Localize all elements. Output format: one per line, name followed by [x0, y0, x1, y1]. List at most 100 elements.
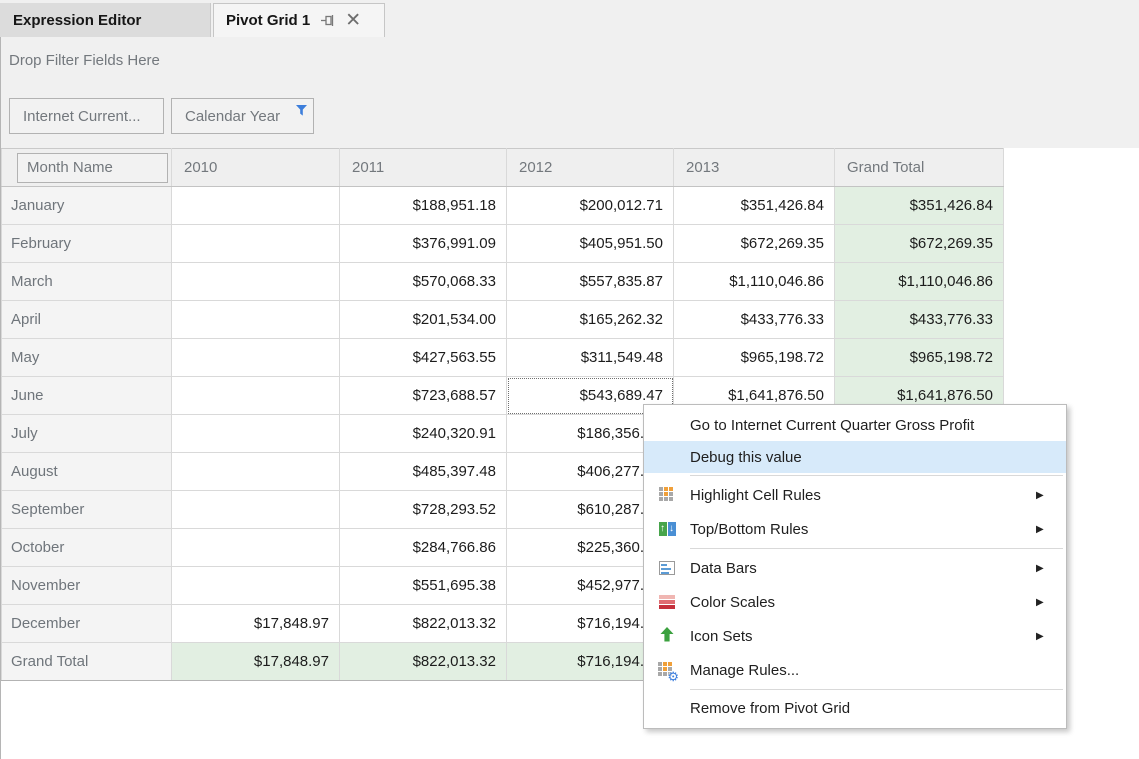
row-header-grand-total[interactable]: Grand Total [2, 643, 172, 681]
column-header-2010[interactable]: 2010 [172, 149, 340, 187]
data-cell[interactable]: $1,110,046.86 [674, 263, 835, 301]
data-cell[interactable]: $17,848.97 [172, 643, 340, 681]
tab-expression-editor-label: Expression Editor [13, 12, 141, 29]
table-row: February$376,991.09$405,951.50$672,269.3… [2, 225, 1004, 263]
row-header-may[interactable]: May [2, 339, 172, 377]
close-icon[interactable]: ✕ [345, 11, 361, 30]
menu-item-data-bars[interactable]: Data Bars▶ [644, 551, 1066, 585]
data-cell[interactable]: $351,426.84 [835, 187, 1004, 225]
data-cell[interactable] [172, 415, 340, 453]
data-cell[interactable]: $240,320.91 [340, 415, 507, 453]
tab-pivot-grid-1[interactable]: Pivot Grid 1 ✕ [213, 3, 385, 37]
data-cell[interactable]: $433,776.33 [835, 301, 1004, 339]
gear-icon: ⚙ [667, 670, 679, 683]
menu-item-top-bottom-rules[interactable]: ↑↓Top/Bottom Rules▶ [644, 512, 1066, 546]
data-cell[interactable]: $201,534.00 [340, 301, 507, 339]
data-cell[interactable] [172, 301, 340, 339]
data-cell[interactable]: $427,563.55 [340, 339, 507, 377]
menu-item-label: Manage Rules... [690, 662, 1036, 679]
data-cell[interactable]: $405,951.50 [507, 225, 674, 263]
column-header-2011[interactable]: 2011 [340, 149, 507, 187]
data-cell[interactable]: $557,835.87 [507, 263, 674, 301]
row-header-november[interactable]: November [2, 567, 172, 605]
data-cell[interactable] [172, 225, 340, 263]
row-header-july[interactable]: July [2, 415, 172, 453]
data-cell[interactable] [172, 491, 340, 529]
field-button-month-name[interactable]: Month Name [17, 153, 168, 183]
row-header-march[interactable]: March [2, 263, 172, 301]
data-cell[interactable]: $284,766.86 [340, 529, 507, 567]
data-cell[interactable] [172, 377, 340, 415]
menu-item-label: Debug this value [690, 449, 1036, 466]
data-cell[interactable]: $965,198.72 [835, 339, 1004, 377]
menu-item-manage-rules[interactable]: ⚙ Manage Rules... [644, 653, 1066, 687]
row-header-january[interactable]: January [2, 187, 172, 225]
submenu-arrow-icon: ▶ [1036, 563, 1066, 574]
data-cell[interactable]: $1,110,046.86 [835, 263, 1004, 301]
top-bottom-rules-icon: ↑↓ [644, 522, 690, 536]
data-cell[interactable]: $485,397.48 [340, 453, 507, 491]
data-cell[interactable]: $822,013.32 [340, 643, 507, 681]
data-cell[interactable] [172, 529, 340, 567]
tab-expression-editor[interactable]: Expression Editor [0, 3, 211, 37]
row-header-april[interactable]: April [2, 301, 172, 339]
data-cell[interactable]: $723,688.57 [340, 377, 507, 415]
row-header-september[interactable]: September [2, 491, 172, 529]
data-cell[interactable]: $570,068.33 [340, 263, 507, 301]
data-cell[interactable]: $551,695.38 [340, 567, 507, 605]
menu-item-remove-from-pivot-grid[interactable]: Remove from Pivot Grid [644, 692, 1066, 724]
submenu-arrow-icon: ▶ [1036, 490, 1066, 501]
pin-icon[interactable] [321, 14, 336, 27]
data-cell[interactable]: $351,426.84 [674, 187, 835, 225]
menu-item-label: Top/Bottom Rules [690, 521, 1036, 538]
column-header-2013[interactable]: 2013 [674, 149, 835, 187]
data-cell[interactable]: $311,549.48 [507, 339, 674, 377]
filter-funnel-icon[interactable] [296, 103, 307, 120]
data-cell[interactable]: $188,951.18 [340, 187, 507, 225]
column-header-grand-total[interactable]: Grand Total [835, 149, 1004, 187]
data-bars-icon [644, 561, 690, 575]
data-cell[interactable]: $165,262.32 [507, 301, 674, 339]
data-cell[interactable]: $376,991.09 [340, 225, 507, 263]
row-header-december[interactable]: December [2, 605, 172, 643]
table-row: April$201,534.00$165,262.32$433,776.33$4… [2, 301, 1004, 339]
data-cell[interactable]: $17,848.97 [172, 605, 340, 643]
column-header-2012[interactable]: 2012 [507, 149, 674, 187]
field-button-internet-current[interactable]: Internet Current... [9, 98, 164, 134]
data-cell[interactable] [172, 567, 340, 605]
data-cell[interactable] [172, 187, 340, 225]
row-header-february[interactable]: February [2, 225, 172, 263]
menu-item-label: Highlight Cell Rules [690, 487, 1036, 504]
icon-sets-icon [644, 627, 690, 646]
menu-item-label: Go to Internet Current Quarter Gross Pro… [690, 417, 1036, 434]
row-header-october[interactable]: October [2, 529, 172, 567]
row-area-header: Month Name [2, 149, 172, 187]
row-header-august[interactable]: August [2, 453, 172, 491]
menu-item-debug-this-value[interactable]: Debug this value [644, 441, 1066, 473]
data-cell[interactable]: $965,198.72 [674, 339, 835, 377]
data-cell[interactable] [172, 453, 340, 491]
menu-item-color-scales[interactable]: Color Scales▶ [644, 585, 1066, 619]
data-cell[interactable]: $672,269.35 [835, 225, 1004, 263]
filter-fields-area[interactable]: Drop Filter Fields Here Internet Current… [1, 37, 1139, 148]
menu-item-icon-sets[interactable]: Icon Sets▶ [644, 619, 1066, 653]
menu-separator [690, 689, 1063, 690]
tab-strip: Expression Editor Pivot Grid 1 ✕ [0, 0, 1139, 37]
menu-item-go-to-internet-current-quarter-gross-profit[interactable]: Go to Internet Current Quarter Gross Pro… [644, 409, 1066, 441]
table-row: May$427,563.55$311,549.48$965,198.72$965… [2, 339, 1004, 377]
data-cell[interactable]: $728,293.52 [340, 491, 507, 529]
data-cell[interactable] [172, 263, 340, 301]
drop-filter-fields-label: Drop Filter Fields Here [9, 52, 160, 69]
field-button-calendar-year[interactable]: Calendar Year [171, 98, 314, 134]
data-cell[interactable] [172, 339, 340, 377]
row-header-june[interactable]: June [2, 377, 172, 415]
menu-separator [690, 548, 1063, 549]
submenu-arrow-icon: ▶ [1036, 597, 1066, 608]
submenu-arrow-icon: ▶ [1036, 631, 1066, 642]
data-cell[interactable]: $433,776.33 [674, 301, 835, 339]
data-cell[interactable]: $822,013.32 [340, 605, 507, 643]
data-cell[interactable]: $200,012.71 [507, 187, 674, 225]
menu-separator [690, 475, 1063, 476]
data-cell[interactable]: $672,269.35 [674, 225, 835, 263]
menu-item-highlight-cell-rules[interactable]: Highlight Cell Rules▶ [644, 478, 1066, 512]
